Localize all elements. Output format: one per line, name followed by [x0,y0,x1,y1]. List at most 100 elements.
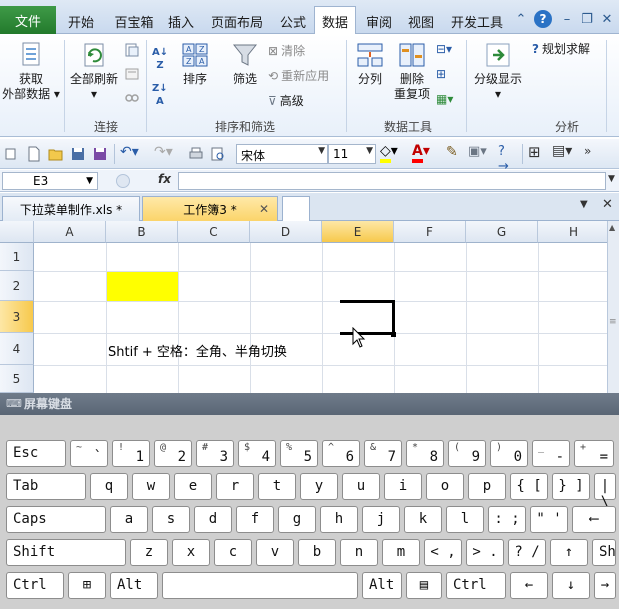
key-right-ctrl[interactable]: Ctrl [446,572,506,599]
tab-page-layout[interactable]: 页面布局 [206,9,268,33]
key-period[interactable]: > . [466,539,504,566]
chevron-down-icon[interactable]: ▼ [608,174,615,184]
font-color-icon[interactable]: A▾ [412,143,440,163]
sort-button[interactable]: A Z Z A 排序 [174,40,216,87]
fill-color-icon[interactable]: ◇▾ [380,143,408,163]
minimize-icon[interactable]: – [558,10,576,28]
key-right-arrow[interactable]: → [594,572,616,599]
key-i[interactable]: i [384,473,422,500]
key-6[interactable]: ^ 6 [322,440,360,467]
key-right-bracket[interactable]: } ] [552,473,590,500]
edit-links-icon[interactable] [124,90,140,106]
data-validation-icon[interactable]: ⊟▾ [436,42,452,56]
undo-icon[interactable]: ↶▾ [120,144,148,160]
key-right-alt[interactable]: Alt [362,572,402,599]
row-header-4[interactable]: 4 [0,333,34,365]
key-q[interactable]: q [90,473,128,500]
get-external-data-button[interactable]: 获取 外部数据 ▾ [2,40,60,102]
redo-icon[interactable]: ↷▾ [154,144,182,160]
name-box-resize-icon[interactable] [116,174,130,188]
key-left-shift[interactable]: Shift [6,539,126,566]
key-quote[interactable]: " ' [530,506,568,533]
font-size-select[interactable]: 11 ▼ [328,144,376,164]
key-enter[interactable]: ⟵ [572,506,616,533]
key-up-arrow[interactable]: ↑ [550,539,588,566]
key-menu[interactable]: ▤ [406,572,442,599]
table-icon[interactable]: ▤▾ [552,143,576,159]
tab-home[interactable]: 开始 [60,9,102,33]
sort-descending-icon[interactable]: Z↓ A [152,84,168,107]
key-esc[interactable]: Esc [6,440,66,467]
key-o[interactable]: o [426,473,464,500]
filter-button[interactable]: 筛选 [226,40,264,87]
highlighted-cell-b2[interactable] [107,272,178,301]
vertical-scrollbar[interactable]: ▲ ≡ [607,221,619,393]
new-tab-button[interactable] [282,196,310,221]
column-header-a[interactable]: A [34,221,106,243]
close-tab-icon[interactable]: ✕ [259,202,269,216]
key-g[interactable]: g [278,506,316,533]
advanced-button[interactable]: ⊽ 高级 [268,92,304,109]
key-v[interactable]: v [256,539,294,566]
key-4[interactable]: $4 [238,440,276,467]
key-b[interactable]: b [298,539,336,566]
key-down-arrow[interactable]: ↓ [552,572,590,599]
font-name-select[interactable]: 宋体 ▼ [236,144,328,164]
key-tab[interactable]: Tab [6,473,86,500]
key-r[interactable]: r [216,473,254,500]
solver-button[interactable]: ? 规划求解 [532,40,590,57]
key-w[interactable]: w [132,473,170,500]
tab-insert[interactable]: 插入 [162,9,200,33]
help-query-icon[interactable]: ?→ [498,144,514,174]
key-left-alt[interactable]: Alt [110,572,158,599]
key-c[interactable]: c [214,539,252,566]
key-backtick[interactable]: ~ ` [70,440,108,467]
key-j[interactable]: j [362,506,400,533]
column-header-g[interactable]: G [466,221,538,243]
key-x[interactable]: x [172,539,210,566]
borders-icon[interactable]: ▣▾ [468,144,492,160]
workbook-tab[interactable]: 下拉菜单制作.xls * [2,196,140,221]
key-0[interactable]: ) 0 [490,440,528,467]
print-preview-icon[interactable] [210,146,226,162]
remove-duplicates-button[interactable]: 删除 重复项 [392,40,432,102]
tab-file[interactable]: 文件 [0,6,56,34]
select-all-corner[interactable] [0,221,34,243]
connections-icon[interactable] [124,42,140,58]
key-7[interactable]: & 7 [364,440,402,467]
tab-developer[interactable]: 开发工具 [446,9,508,33]
column-header-h[interactable]: H [538,221,607,243]
key-n[interactable]: n [340,539,378,566]
what-if-analysis-icon[interactable]: ▦▾ [436,92,453,106]
save-as-icon[interactable] [92,146,108,162]
key-right-shift[interactable]: Sh [592,539,616,566]
format-painter-icon[interactable]: ✎ [446,144,462,160]
key-2[interactable]: @2 [154,440,192,467]
key-a[interactable]: a [110,506,148,533]
key-k[interactable]: k [404,506,442,533]
key-m[interactable]: m [382,539,420,566]
row-header-3[interactable]: 3 [0,301,34,333]
name-box[interactable]: E3 ▼ [2,172,98,190]
key-windows[interactable]: ⊞ [68,572,106,599]
active-cell-selection[interactable] [340,300,395,335]
more-icon[interactable]: » [584,144,600,160]
save-icon[interactable] [70,146,86,162]
key-left-ctrl[interactable]: Ctrl [6,572,64,599]
consolidate-icon[interactable]: ⊞ [436,67,446,81]
key-slash[interactable]: ? / [508,539,546,566]
clear-button[interactable]: ⊠ 清除 [268,42,305,59]
tab-review[interactable]: 审阅 [360,9,398,33]
tab-data[interactable]: 数据 [314,6,356,35]
key-h[interactable]: h [320,506,358,533]
text-to-columns-button[interactable]: 分列 [352,40,388,87]
key-e[interactable]: e [174,473,212,500]
key-semicolon[interactable]: : ; [488,506,526,533]
tab-toolbox[interactable]: 百宝箱 [108,9,160,33]
close-icon[interactable]: ✕ [598,10,616,28]
fill-handle[interactable] [391,332,396,337]
print-icon[interactable] [188,146,204,162]
help-icon[interactable]: ? [534,10,552,28]
insert-function-icon[interactable]: fx [158,172,171,186]
collapse-ribbon-icon[interactable]: ⌃ [512,10,530,28]
